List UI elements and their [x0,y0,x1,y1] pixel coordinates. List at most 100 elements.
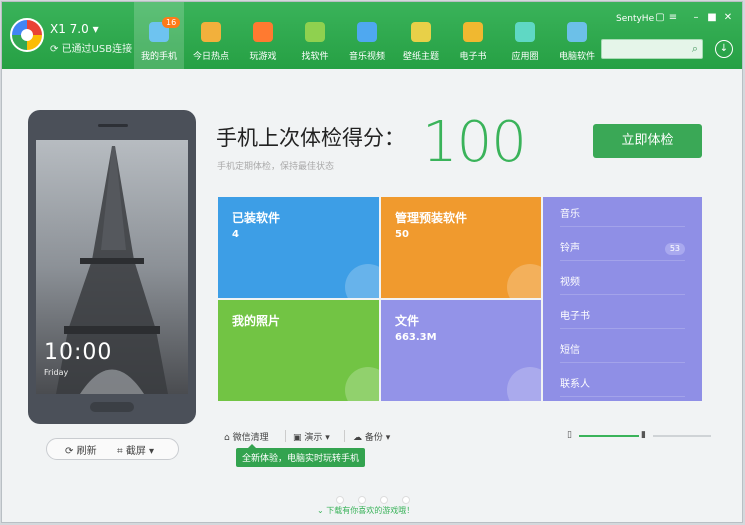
nav-label: 玩游戏 [249,52,277,62]
wallpaper-icon [411,22,431,42]
panel-item-label: 视频 [560,277,580,288]
connection-status: ⟳ 已通过USB连接 [50,44,133,55]
phone-toolbar: ⟳ 刷新 ⌗ 截屏 ▾ [46,438,179,460]
panel-item[interactable]: 短信 [560,339,685,363]
phone-speaker [98,124,128,127]
menu-icon[interactable]: ≡ [667,12,679,23]
screenshot-button[interactable]: ⌗ 截屏 ▾ [117,442,154,457]
app-version[interactable]: X1 7.0 ▾ [50,22,99,36]
phone-preview: 10:00 Friday [28,110,196,424]
tile-title: 我的照片 [232,314,281,328]
user-name[interactable]: SentyHe [616,14,654,24]
panel-item-label: 电子书 [560,311,590,322]
download-icon[interactable]: ↓ [715,40,733,58]
gamepad-icon [253,22,273,42]
star-icon [201,22,221,42]
wrench-icon [507,264,541,298]
nav-item[interactable]: 玩游戏 [238,2,288,69]
message-icon[interactable]: ▢ [654,12,666,23]
panel-item-label: 联系人 [560,379,590,390]
search-input[interactable]: ⌕ [601,39,703,59]
nav-item[interactable]: 电脑软件 [552,2,602,69]
phone-date: Friday [44,368,69,377]
panel-item-label: 铃声 [560,243,580,254]
nav-item[interactable]: 壁纸主题 [396,2,446,69]
photo-icon [345,367,379,401]
tile-value: 4 [232,229,239,240]
media-panel: 音乐铃声 53 视频电子书短信联系人 [543,197,702,401]
android-icon [305,22,325,42]
panel-item[interactable]: 电子书 [560,305,685,329]
slider-handle[interactable]: ▮ [641,430,646,440]
book-icon [463,22,483,42]
divider [344,430,345,442]
backup-button[interactable]: ☁ 备份 ▾ [353,430,390,443]
score-title: 手机上次体检得分： [216,126,405,150]
page-dot[interactable] [402,496,410,504]
nav-badge: 16 [162,17,181,28]
installed-apps-tile[interactable]: 已装软件 4 [218,197,379,298]
tooltip: 全新体验，电脑实时玩转手机 [236,444,366,467]
tile-title: 已装软件 [232,211,281,225]
nav-item[interactable]: 电子书 [448,2,498,69]
panel-item[interactable]: 音乐 [560,203,685,227]
panel-item[interactable]: 铃声 53 [560,237,685,261]
nav-label: 找软件 [301,52,329,62]
nav-label: 我的手机 [140,52,177,62]
slider-track-rest[interactable] [653,435,711,437]
nav-item[interactable]: 应用圈 [500,2,550,69]
panel-item-label: 音乐 [560,209,580,220]
panel-item[interactable]: 视频 [560,271,685,295]
maximize-icon[interactable]: ■ [706,12,718,23]
tile-value: 663.3M [395,332,437,343]
panel-item-label: 短信 [560,345,580,356]
tile-title: 管理预装软件 [395,211,468,225]
page-dot[interactable] [336,496,344,504]
circle-icon [515,22,535,42]
nav-label: 电脑软件 [558,52,595,62]
folder-icon [507,367,541,401]
demo-button[interactable]: ▣ 演示 ▾ [293,430,330,443]
wechat-clean-button[interactable]: ⌂ 微信清理 [224,430,269,443]
nav-item[interactable]: 音乐视频 [342,2,392,69]
nav-item[interactable]: 我的手机 16 [134,2,184,69]
preinstalled-apps-tile[interactable]: 管理预装软件 50 [381,197,541,298]
footer-link[interactable]: ⌄ 下载有你喜欢的游戏哦！ [317,505,414,516]
search-icon[interactable]: ⌕ [692,42,698,56]
home-icon: ⌂ [224,433,230,443]
app-window: X1 7.0 ▾ ⟳ 已通过USB连接 我的手机 16 今日热点 玩游戏 找软件 音乐视频… [1,1,743,523]
nav-item[interactable]: 找软件 [290,2,340,69]
slider-track[interactable] [579,435,639,437]
nav-item[interactable]: 今日热点 [186,2,236,69]
refresh-icon: ⟳ [65,446,74,457]
nav-label: 今日热点 [192,52,229,62]
header-bar: X1 7.0 ▾ ⟳ 已通过USB连接 我的手机 16 今日热点 玩游戏 找软件 音乐视频… [2,2,742,69]
app-logo[interactable] [10,18,44,52]
zoom-slider[interactable]: ▯ ▮ [567,430,713,442]
check-now-button[interactable]: 立即体检 [593,124,702,158]
grid-icon [567,22,587,42]
nav-label: 应用圈 [511,52,539,62]
phone-screen[interactable]: 10:00 Friday [36,140,188,394]
page-dot[interactable] [358,496,366,504]
score-subtitle: 手机定期体检，保持最佳状态 [217,162,335,172]
minimize-icon[interactable]: – [690,12,702,23]
phone-clock: 10:00 [44,340,113,365]
screen-icon: ▣ [293,433,302,443]
nav-label: 音乐视频 [348,52,385,62]
panel-item[interactable]: 联系人 [560,373,685,397]
photos-tile[interactable]: 我的照片 [218,300,379,401]
refresh-button[interactable]: ⟳ 刷新 [65,442,97,457]
apps-icon [345,264,379,298]
nav-label: 壁纸主题 [402,52,439,62]
nav-label: 电子书 [459,52,487,62]
page-dot[interactable] [380,496,388,504]
phone-home-button [90,402,134,412]
phone-small-icon: ▯ [567,430,572,440]
tile-title: 文件 [395,314,420,328]
crop-icon: ⌗ [117,446,123,457]
score-value: 100 [422,110,527,175]
panel-item-badge: 53 [664,243,685,255]
close-icon[interactable]: ✕ [722,12,734,23]
files-tile[interactable]: 文件 663.3M [381,300,541,401]
